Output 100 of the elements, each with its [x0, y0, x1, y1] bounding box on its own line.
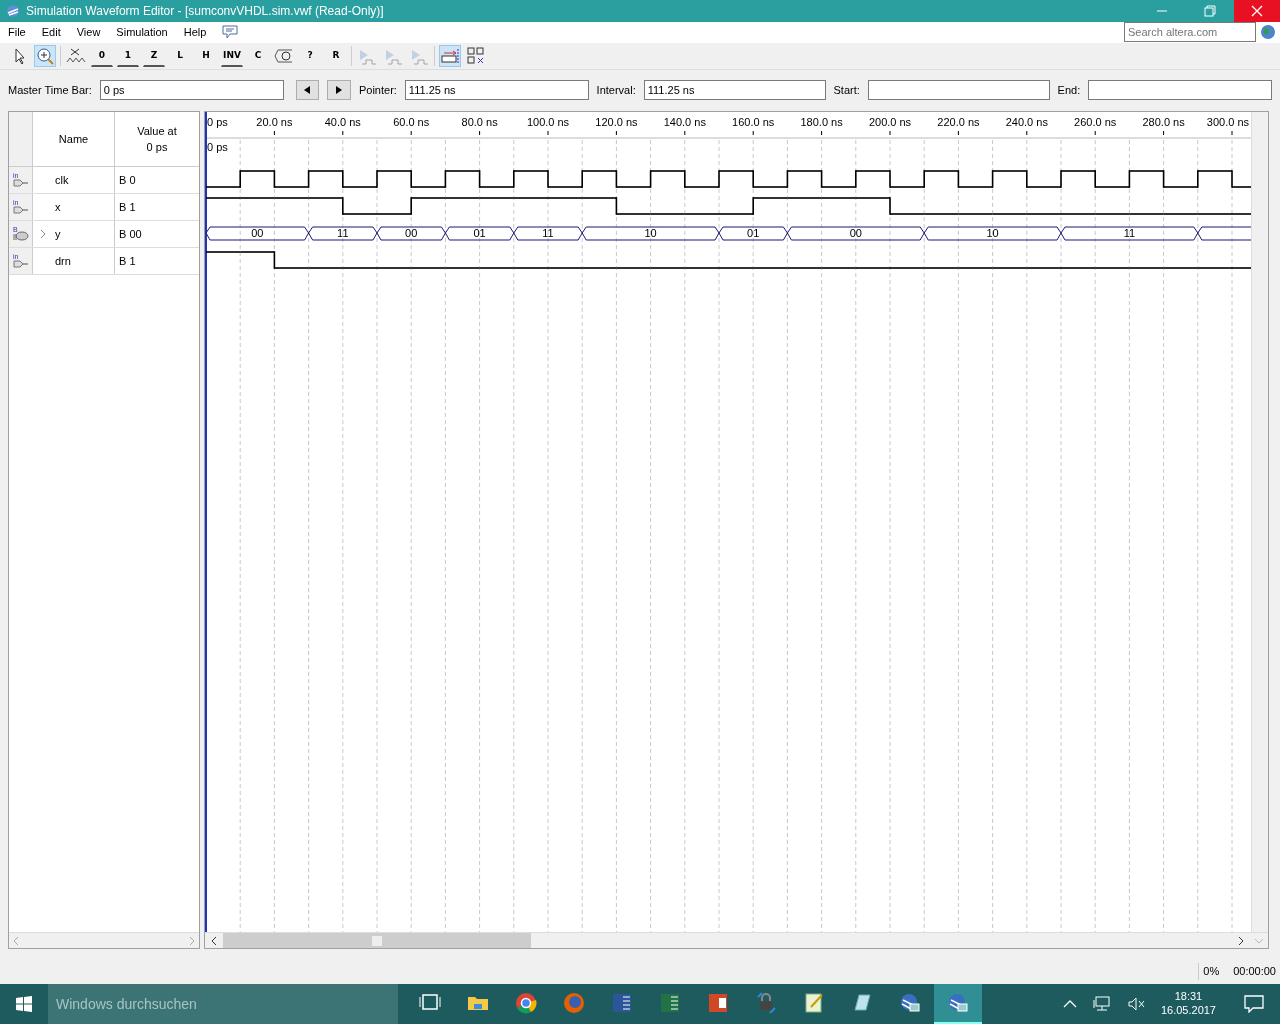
left-triangle-icon	[304, 86, 311, 95]
signal-value: B 1	[119, 255, 136, 268]
document-app-icon	[611, 992, 633, 1014]
expand-chevron-icon[interactable]	[39, 229, 47, 240]
time-tick-label: 100.0 ns	[526, 116, 570, 129]
waveform-tool-button[interactable]: INV	[221, 44, 243, 67]
chevron-up-icon[interactable]	[1062, 1000, 1077, 1008]
time-tick-label: 240.0 ns	[1005, 116, 1048, 129]
grid-icon	[466, 45, 486, 66]
time-tick-label: 300.0 ns	[1206, 116, 1249, 129]
notification-icon[interactable]	[1244, 995, 1264, 1013]
clock-time: 18:31	[1174, 990, 1203, 1004]
globe-app-icon	[947, 992, 969, 1014]
bus-value: 00	[405, 227, 418, 240]
chat-bubble-icon[interactable]	[222, 25, 239, 40]
elapsed-time: 00:00:00	[1233, 964, 1277, 980]
signal-name: x	[55, 200, 61, 216]
signal-value: B 00	[119, 228, 142, 241]
grip-icon	[372, 935, 382, 946]
waveform-tool-button[interactable]: L	[169, 44, 191, 67]
signal-name: y	[55, 227, 61, 243]
network-icon[interactable]	[1092, 996, 1111, 1012]
bus-value: 11	[337, 227, 349, 240]
time-tick-label: 280.0 ns	[1142, 116, 1185, 129]
time-tick-label: 200.0 ns	[868, 116, 912, 129]
taskbar-app-button[interactable]	[934, 984, 982, 1024]
waveform-tool-button[interactable]: 0	[91, 44, 113, 67]
time-tick-label: 220.0 ns	[937, 116, 980, 129]
time-tick-label: 0 ps	[207, 116, 228, 129]
app-icon	[6, 4, 20, 18]
bus-value: 10	[986, 227, 999, 240]
zoom-icon	[35, 45, 55, 66]
windows-logo-icon	[16, 996, 32, 1012]
clock-date: 16.05.2017	[1160, 1004, 1216, 1018]
time-tick-label: 260.0 ns	[1074, 116, 1117, 129]
waveform-tool-button[interactable]: H	[195, 44, 217, 67]
column-header: Value at 0 ps	[136, 123, 178, 156]
signal-value: B 1	[119, 201, 136, 214]
globe-icon[interactable]	[1260, 24, 1276, 41]
time-tick-label: 80.0 ns	[461, 116, 498, 129]
menu-item[interactable]: View	[68, 24, 109, 41]
master-time-field[interactable]: 0 ps	[99, 80, 284, 101]
menu-item[interactable]: File	[0, 24, 34, 41]
vertical-scrollbar[interactable]	[1251, 112, 1268, 933]
search-placeholder: Windows durchsuchen	[56, 994, 197, 1014]
field-label: Interval:	[596, 83, 636, 99]
browser-icon	[563, 992, 585, 1014]
progress-text: 0%	[1198, 963, 1234, 980]
browser-icon	[515, 992, 537, 1014]
end-field[interactable]	[1088, 80, 1272, 101]
bus-value: 00	[251, 227, 264, 240]
toolbar-button[interactable]	[34, 44, 56, 67]
time-tick-label: 180.0 ns	[800, 116, 843, 129]
close-icon	[1251, 5, 1263, 17]
waveform-tool-button[interactable]: C	[247, 44, 269, 67]
menu-item[interactable]: Edit	[33, 24, 69, 41]
presentation-app-icon	[707, 992, 729, 1014]
time-tick-label: 120.0 ns	[595, 116, 638, 129]
waveform-tool-button[interactable]: Z	[143, 44, 165, 67]
toolbar-button[interactable]	[439, 44, 461, 67]
signal-name: clk	[55, 173, 69, 189]
pointer-field[interactable]: 111.25 ns	[404, 80, 589, 101]
bus-value: 11	[542, 227, 554, 240]
previous-button[interactable]	[295, 80, 320, 101]
bus-value: 01	[747, 227, 760, 240]
next-button[interactable]	[327, 80, 351, 101]
interval-field[interactable]: 111.25 ns	[643, 80, 826, 101]
column-header: Name	[58, 132, 89, 148]
time-tick-label: 20.0 ns	[256, 116, 293, 129]
time-tick-label: 140.0 ns	[663, 116, 706, 129]
window-title: Simulation Waveform Editor - [sumconvVHDL.sim.vwf (Read-Only)]	[26, 3, 385, 20]
restore-icon[interactable]	[1204, 5, 1216, 17]
start-field[interactable]	[867, 80, 1050, 101]
time-tick-label: 160.0 ns	[732, 116, 775, 129]
field-label: End:	[1057, 83, 1081, 99]
menu-item[interactable]: Simulation	[108, 24, 176, 41]
scroll-left-icon[interactable]	[211, 935, 217, 946]
field-label: Master Time Bar:	[8, 83, 92, 99]
time-tick-label: 40.0 ns	[324, 116, 361, 129]
padlock-icon	[755, 992, 777, 1014]
waveform-tool-button[interactable]: ?	[299, 44, 321, 67]
bus-value: 10	[644, 227, 657, 240]
search-field[interactable]: Search altera.com	[1124, 22, 1256, 43]
right-triangle-icon	[336, 86, 343, 95]
spreadsheet-app-icon	[659, 992, 681, 1014]
signal-value: B 0	[119, 174, 136, 187]
time-tick-label: 60.0 ns	[393, 116, 430, 129]
menu-item[interactable]: Help	[175, 24, 215, 41]
scrollbar-thumb[interactable]	[223, 933, 531, 949]
bus-value: 01	[473, 227, 486, 240]
globe-app-icon	[899, 992, 921, 1014]
speaker-muted-icon[interactable]	[1126, 996, 1145, 1012]
bus-value: 00	[849, 227, 862, 240]
toolbar-button[interactable]	[465, 44, 487, 67]
waveform-tool-button[interactable]: 1	[117, 44, 139, 67]
cursor-time-label: 0 ps	[207, 141, 228, 154]
waveform-tool-button[interactable]: R	[325, 44, 347, 67]
signal-name: drn	[55, 254, 71, 270]
scroll-right-icon[interactable]	[1238, 935, 1244, 946]
field-label: Start:	[833, 83, 860, 99]
